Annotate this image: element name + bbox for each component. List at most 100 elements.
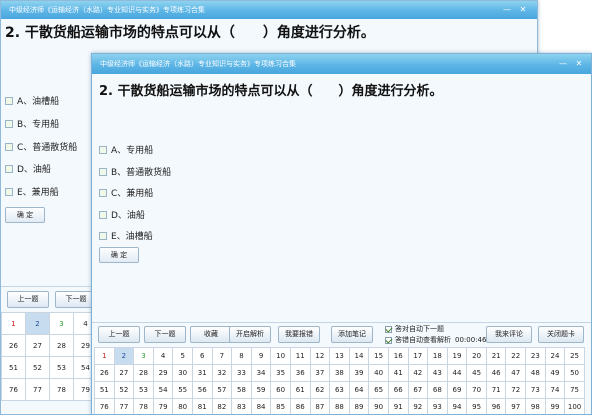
grid-cell[interactable]: 27 <box>114 365 134 381</box>
grid-cell[interactable]: 1 <box>2 313 25 334</box>
grid-cell[interactable]: 29 <box>153 365 173 381</box>
show-analysis-button[interactable]: 开启解析 <box>229 326 271 343</box>
grid-cell[interactable]: 40 <box>369 365 388 381</box>
grid-cell[interactable]: 18 <box>428 348 447 364</box>
grid-cell[interactable]: 81 <box>192 399 212 414</box>
grid-cell[interactable]: 90 <box>369 399 388 414</box>
back-option-a[interactable]: A、油槽船 <box>5 94 59 107</box>
favorite-button[interactable]: 收藏 <box>190 326 232 343</box>
grid-cell[interactable]: 95 <box>467 399 486 414</box>
grid-cell[interactable]: 26 <box>2 335 25 356</box>
close-icon[interactable]: ✕ <box>573 59 585 69</box>
grid-cell[interactable]: 64 <box>349 382 369 398</box>
minimize-icon[interactable]: — <box>557 59 569 69</box>
grid-cell[interactable]: 56 <box>192 382 212 398</box>
front-option-c[interactable]: C、兼用船 <box>99 186 153 199</box>
grid-cell[interactable]: 46 <box>486 365 506 381</box>
grid-cell[interactable]: 20 <box>467 348 486 364</box>
grid-cell[interactable]: 75 <box>565 382 584 398</box>
front-option-a[interactable]: A、专用船 <box>99 143 153 156</box>
grid-cell[interactable]: 38 <box>330 365 349 381</box>
checkbox[interactable] <box>99 210 107 219</box>
grid-cell[interactable]: 88 <box>330 399 349 414</box>
grid-cell[interactable]: 85 <box>271 399 290 414</box>
grid-cell[interactable]: 16 <box>388 348 408 364</box>
grid-cell[interactable]: 98 <box>526 399 545 414</box>
grid-cell[interactable]: 87 <box>310 399 330 414</box>
grid-cell[interactable]: 36 <box>290 365 310 381</box>
grid-cell[interactable]: 51 <box>95 382 114 398</box>
grid-cell[interactable]: 23 <box>526 348 545 364</box>
grid-cell[interactable]: 49 <box>545 365 565 381</box>
close-card-button[interactable]: 关闭题卡 <box>538 326 584 343</box>
grid-cell[interactable]: 28 <box>50 335 73 356</box>
grid-cell[interactable]: 77 <box>114 399 134 414</box>
grid-cell[interactable]: 41 <box>388 365 408 381</box>
grid-cell[interactable]: 24 <box>545 348 565 364</box>
grid-cell[interactable]: 76 <box>95 399 114 414</box>
grid-cell[interactable]: 27 <box>26 335 49 356</box>
grid-cell[interactable]: 86 <box>290 399 310 414</box>
grid-cell[interactable]: 73 <box>526 382 545 398</box>
grid-cell[interactable]: 13 <box>330 348 349 364</box>
checkbox[interactable] <box>5 119 13 128</box>
grid-cell[interactable]: 9 <box>251 348 271 364</box>
grid-cell[interactable]: 76 <box>2 379 25 400</box>
grid-cell[interactable]: 5 <box>173 348 192 364</box>
grid-cell[interactable]: 79 <box>153 399 173 414</box>
grid-cell[interactable]: 54 <box>153 382 173 398</box>
grid-cell[interactable]: 25 <box>565 348 584 364</box>
grid-cell[interactable]: 8 <box>232 348 251 364</box>
grid-cell[interactable]: 80 <box>173 399 192 414</box>
grid-cell[interactable]: 19 <box>447 348 467 364</box>
grid-cell[interactable]: 11 <box>290 348 310 364</box>
grid-cell[interactable]: 93 <box>428 399 447 414</box>
grid-cell[interactable]: 69 <box>447 382 467 398</box>
grid-cell[interactable]: 84 <box>251 399 271 414</box>
grid-cell[interactable]: 61 <box>290 382 310 398</box>
grid-cell[interactable]: 91 <box>388 399 408 414</box>
grid-cell[interactable]: 32 <box>212 365 232 381</box>
checkbox[interactable] <box>99 167 107 176</box>
grid-cell[interactable]: 15 <box>369 348 388 364</box>
grid-cell[interactable]: 2 <box>114 348 134 364</box>
add-note-button[interactable]: 添加笔记 <box>331 326 373 343</box>
grid-cell[interactable]: 3 <box>50 313 73 334</box>
grid-cell[interactable]: 89 <box>349 399 369 414</box>
grid-cell[interactable]: 57 <box>212 382 232 398</box>
checkbox[interactable] <box>5 96 13 105</box>
grid-cell[interactable]: 47 <box>506 365 526 381</box>
grid-cell[interactable]: 28 <box>134 365 153 381</box>
front-option-e[interactable]: E、油槽船 <box>99 229 153 242</box>
grid-cell[interactable]: 67 <box>408 382 428 398</box>
grid-cell[interactable]: 26 <box>95 365 114 381</box>
auto-next-checkbox[interactable]: 答对自动下一题 <box>385 324 444 334</box>
grid-cell[interactable]: 68 <box>428 382 447 398</box>
report-error-button[interactable]: 我要报错 <box>278 326 320 343</box>
grid-cell[interactable]: 70 <box>467 382 486 398</box>
grid-cell[interactable]: 37 <box>310 365 330 381</box>
grid-cell[interactable]: 55 <box>173 382 192 398</box>
grid-cell[interactable]: 52 <box>114 382 134 398</box>
grid-cell[interactable]: 43 <box>428 365 447 381</box>
minimize-icon[interactable]: — <box>501 5 513 15</box>
comment-button[interactable]: 我来评论 <box>486 326 532 343</box>
grid-cell[interactable]: 48 <box>526 365 545 381</box>
grid-cell[interactable]: 82 <box>212 399 232 414</box>
grid-cell[interactable]: 65 <box>369 382 388 398</box>
grid-cell[interactable]: 78 <box>134 399 153 414</box>
grid-cell[interactable]: 78 <box>50 379 73 400</box>
grid-cell[interactable]: 42 <box>408 365 428 381</box>
grid-cell[interactable]: 14 <box>349 348 369 364</box>
grid-cell[interactable]: 31 <box>192 365 212 381</box>
back-option-b[interactable]: B、专用船 <box>5 117 59 130</box>
grid-cell[interactable]: 77 <box>26 379 49 400</box>
prev-question-button[interactable]: 上一题 <box>98 326 140 343</box>
checkbox[interactable] <box>99 145 107 154</box>
front-option-d[interactable]: D、油船 <box>99 208 145 221</box>
grid-cell[interactable]: 92 <box>408 399 428 414</box>
grid-cell[interactable]: 39 <box>349 365 369 381</box>
grid-cell[interactable]: 22 <box>506 348 526 364</box>
grid-cell[interactable]: 30 <box>173 365 192 381</box>
grid-cell[interactable]: 60 <box>271 382 290 398</box>
